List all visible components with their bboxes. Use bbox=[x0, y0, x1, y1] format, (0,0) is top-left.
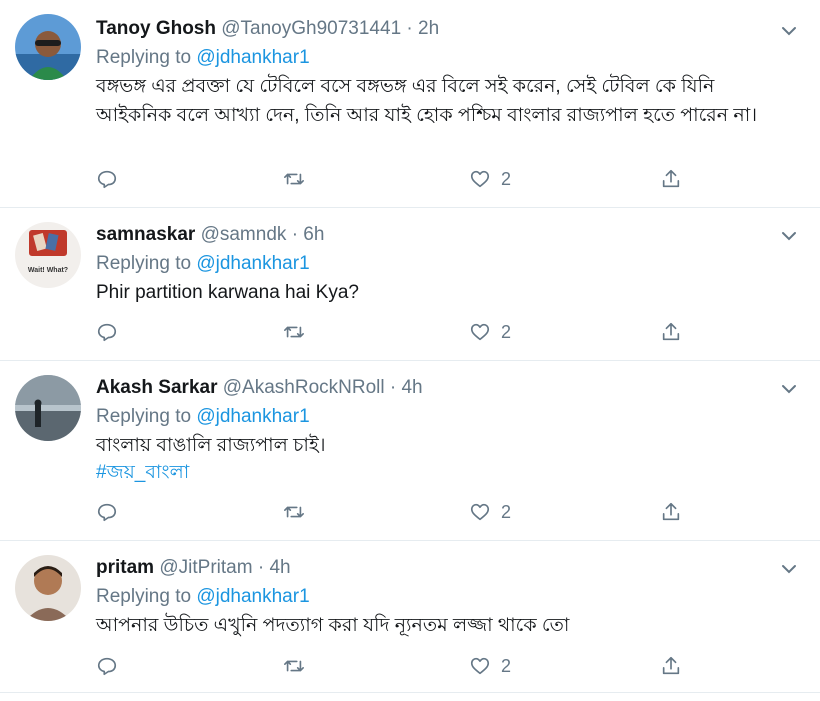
chevron-down-icon[interactable] bbox=[780, 560, 798, 578]
tweet-actions: 2 bbox=[96, 499, 696, 525]
share-icon bbox=[662, 502, 680, 521]
tweet-actions: 2 bbox=[96, 319, 696, 345]
display-name[interactable]: pritam bbox=[96, 557, 154, 578]
chevron-down-icon[interactable] bbox=[780, 380, 798, 398]
avatar[interactable] bbox=[15, 14, 81, 80]
share-icon bbox=[662, 169, 680, 188]
tweet[interactable]: Tanoy Ghosh @TanoyGh90731441 · 2h Replyi… bbox=[0, 0, 820, 208]
timestamp[interactable]: 2h bbox=[418, 18, 439, 39]
user-handle[interactable]: @TanoyGh90731441 bbox=[221, 18, 401, 39]
avatar-caption: Wait! What? bbox=[28, 267, 68, 274]
avatar-image bbox=[15, 555, 81, 621]
avatar-image bbox=[15, 14, 81, 80]
tweet-header: Tanoy Ghosh @TanoyGh90731441 · 2h bbox=[96, 17, 780, 41]
reply-icon bbox=[97, 657, 117, 676]
replying-to-label: Replying to bbox=[96, 47, 197, 68]
avatar[interactable]: Wait! What? bbox=[15, 222, 81, 288]
separator-dot: · bbox=[257, 557, 265, 578]
reply-icon bbox=[97, 503, 117, 522]
tweet[interactable]: Wait! What? samnaskar @samndk · 6h Reply… bbox=[0, 208, 820, 361]
like-button[interactable]: 2 bbox=[469, 319, 511, 345]
separator-dot: · bbox=[291, 224, 299, 245]
tweet[interactable]: pritam @JitPritam · 4h Replying to @jdha… bbox=[0, 541, 820, 693]
retweet-icon bbox=[284, 660, 304, 672]
heart-icon bbox=[470, 323, 490, 341]
like-count: 2 bbox=[501, 168, 512, 189]
timestamp[interactable]: 6h bbox=[303, 224, 324, 245]
display-name[interactable]: samnaskar bbox=[96, 224, 195, 245]
separator-dot: · bbox=[406, 18, 413, 39]
tweet-header: samnaskar @samndk · 6h bbox=[96, 223, 780, 247]
replying-to: Replying to @jdhankhar1 bbox=[96, 251, 780, 277]
replying-to-mention[interactable]: @jdhankhar1 bbox=[196, 253, 309, 274]
timestamp[interactable]: 4h bbox=[269, 557, 290, 578]
share-icon bbox=[662, 322, 680, 341]
tweet-text: বাংলায় বাঙালি রাজ্যপাল চাই। bbox=[96, 435, 326, 456]
like-button[interactable]: 2 bbox=[469, 499, 511, 525]
retweet-icon bbox=[284, 326, 304, 338]
avatar[interactable] bbox=[15, 555, 81, 621]
replying-to: Replying to @jdhankhar1 bbox=[96, 584, 780, 610]
share-button[interactable] bbox=[660, 166, 682, 192]
hashtag-link[interactable]: #জয়_বাংলা bbox=[96, 460, 780, 486]
retweet-button[interactable] bbox=[283, 499, 305, 525]
like-count: 2 bbox=[501, 655, 512, 676]
replying-to-label: Replying to bbox=[96, 406, 197, 427]
display-name[interactable]: Tanoy Ghosh bbox=[96, 18, 216, 39]
tweet-text: Phir partition karwana hai Kya? bbox=[96, 282, 359, 303]
avatar[interactable] bbox=[15, 375, 81, 441]
replying-to-label: Replying to bbox=[96, 586, 197, 607]
display-name[interactable]: Akash Sarkar bbox=[96, 377, 217, 398]
share-button[interactable] bbox=[660, 499, 682, 525]
replying-to: Replying to @jdhankhar1 bbox=[96, 404, 780, 430]
heart-icon bbox=[470, 170, 490, 188]
user-handle[interactable]: @AkashRockNRoll bbox=[223, 377, 385, 398]
reply-button[interactable] bbox=[96, 319, 118, 345]
chevron-down-icon[interactable] bbox=[780, 22, 798, 40]
like-count: 2 bbox=[501, 321, 512, 342]
like-button[interactable]: 2 bbox=[469, 166, 511, 192]
replying-to-mention[interactable]: @jdhankhar1 bbox=[196, 47, 309, 68]
heart-icon bbox=[470, 503, 490, 521]
reply-button[interactable] bbox=[96, 653, 118, 679]
retweet-button[interactable] bbox=[283, 653, 305, 679]
user-handle[interactable]: @samndk bbox=[201, 224, 287, 245]
replying-to-mention[interactable]: @jdhankhar1 bbox=[196, 406, 309, 427]
tweet-actions: 2 bbox=[96, 653, 696, 679]
retweet-button[interactable] bbox=[283, 319, 305, 345]
reply-button[interactable] bbox=[96, 166, 118, 192]
avatar-image: Wait! What? bbox=[15, 222, 81, 288]
replying-to: Replying to @jdhankhar1 bbox=[96, 45, 780, 71]
tweet-actions: 2 bbox=[96, 166, 696, 192]
user-handle[interactable]: @JitPritam bbox=[159, 557, 252, 578]
tweet[interactable]: Akash Sarkar @AkashRockNRoll · 4h Replyi… bbox=[0, 361, 820, 541]
retweet-button[interactable] bbox=[283, 166, 305, 192]
retweet-icon bbox=[284, 506, 304, 518]
like-count: 2 bbox=[501, 501, 512, 522]
reply-button[interactable] bbox=[96, 499, 118, 525]
share-button[interactable] bbox=[660, 319, 682, 345]
share-button[interactable] bbox=[660, 653, 682, 679]
tweet-text: আপনার উচিত এখুনি পদত্যাগ করা যদি ন্যূনতম… bbox=[96, 615, 570, 636]
reply-icon bbox=[97, 170, 117, 189]
reply-icon bbox=[97, 323, 117, 342]
tweet-header: Akash Sarkar @AkashRockNRoll · 4h bbox=[96, 376, 780, 400]
like-button[interactable]: 2 bbox=[469, 653, 511, 679]
tweet-text: বঙ্গভঙ্গ এর প্রবক্তা যে টেবিলে বসে বঙ্গভ… bbox=[96, 76, 757, 126]
timestamp[interactable]: 4h bbox=[401, 377, 422, 398]
heart-icon bbox=[470, 657, 490, 675]
chevron-down-icon[interactable] bbox=[780, 227, 798, 245]
replying-to-mention[interactable]: @jdhankhar1 bbox=[196, 586, 309, 607]
avatar-image bbox=[15, 375, 81, 441]
replying-to-label: Replying to bbox=[96, 253, 197, 274]
tweet-header: pritam @JitPritam · 4h bbox=[96, 556, 780, 580]
separator-dot: · bbox=[389, 377, 397, 398]
share-icon bbox=[662, 656, 680, 675]
retweet-icon bbox=[284, 173, 304, 185]
